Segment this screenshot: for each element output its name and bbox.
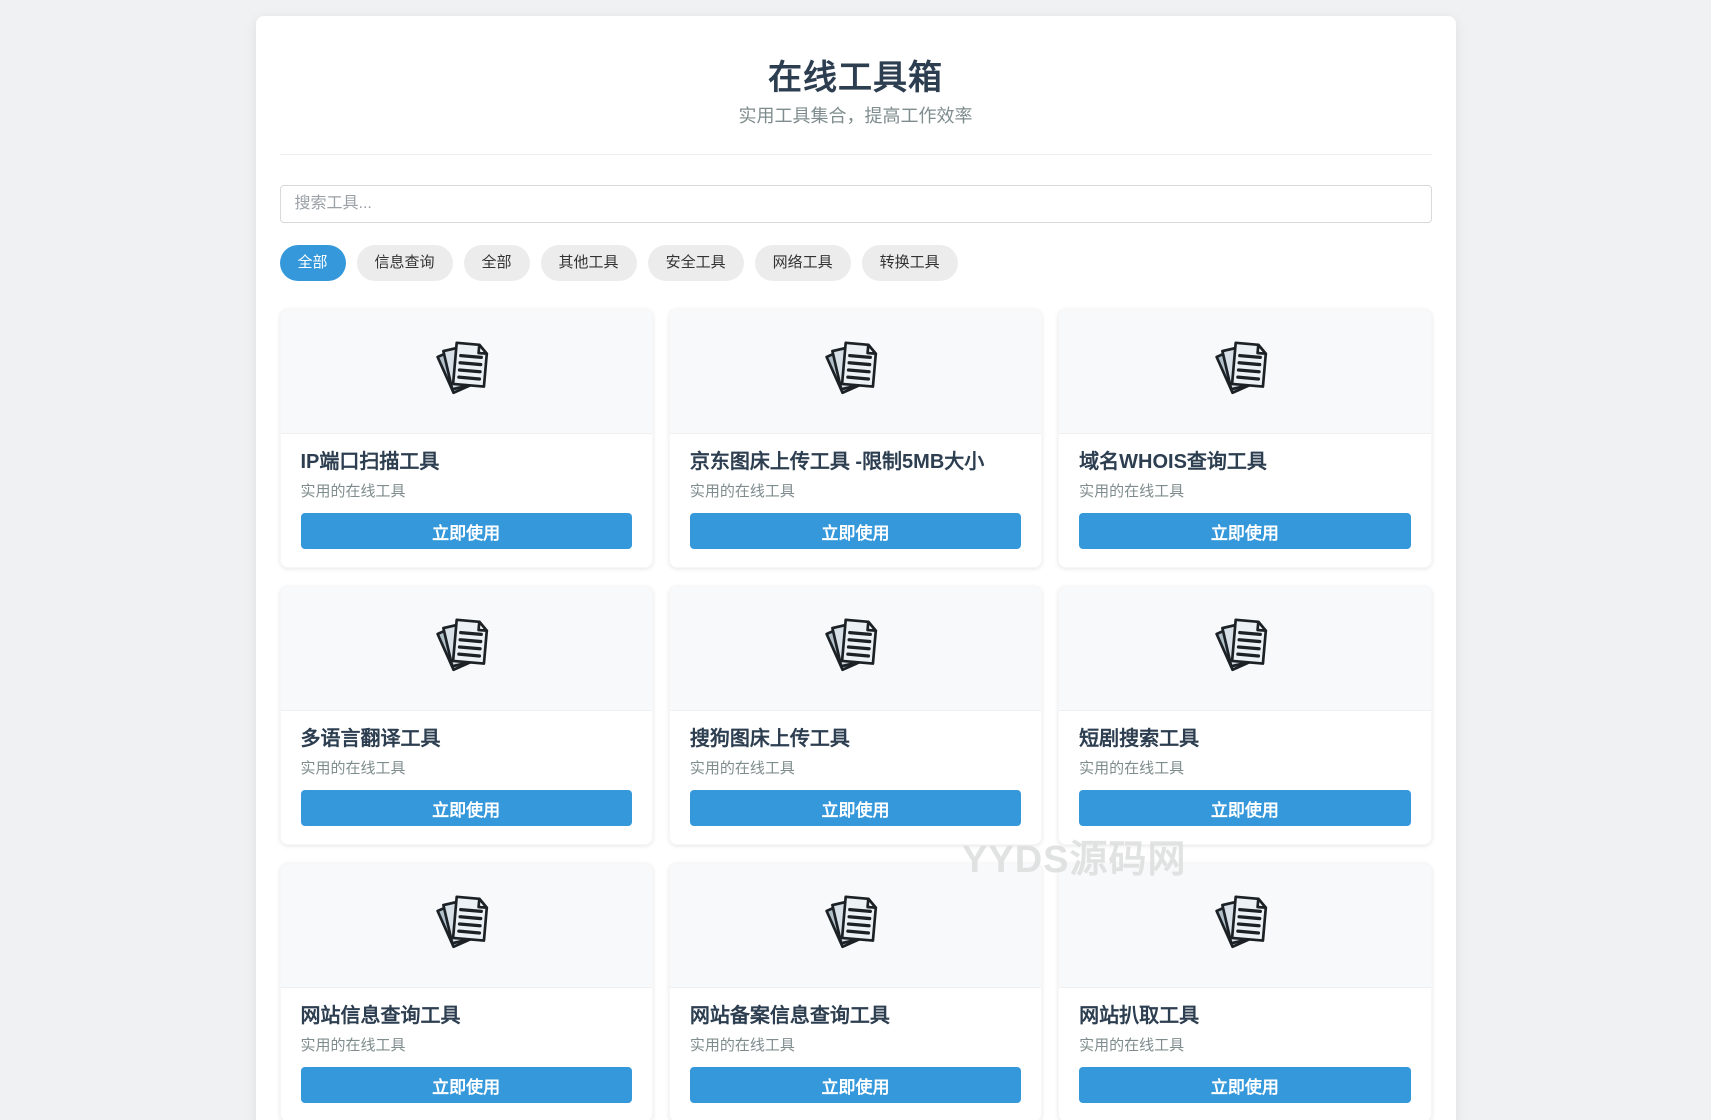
filter-tag[interactable]: 网络工具 [755, 245, 851, 281]
filter-tag[interactable]: 信息查询 [357, 245, 453, 281]
filter-tag[interactable]: 其他工具 [541, 245, 637, 281]
toolbox-panel: 在线工具箱 实用工具集合，提高工作效率 全部信息查询全部其他工具安全工具网络工具… [256, 16, 1456, 1120]
tool-description: 实用的在线工具 [301, 1036, 632, 1055]
use-now-button[interactable]: 立即使用 [1079, 1067, 1410, 1103]
use-now-button[interactable]: 立即使用 [301, 513, 632, 549]
documents-icon [822, 336, 888, 407]
card-icon-area [670, 310, 1041, 434]
tool-description: 实用的在线工具 [690, 1036, 1021, 1055]
card-icon-area [1059, 864, 1430, 988]
card-body: 搜狗图床上传工具 实用的在线工具 立即使用 [670, 711, 1041, 844]
use-now-button[interactable]: 立即使用 [1079, 513, 1410, 549]
tool-title: IP端口扫描工具 [301, 450, 632, 474]
tool-description: 实用的在线工具 [1079, 1036, 1410, 1055]
documents-icon [822, 890, 888, 961]
tool-card: 网站信息查询工具 实用的在线工具 立即使用 [280, 863, 653, 1120]
card-icon-area [281, 310, 652, 434]
card-body: 网站信息查询工具 实用的在线工具 立即使用 [281, 988, 652, 1120]
filter-bar: 全部信息查询全部其他工具安全工具网络工具转换工具 [280, 245, 1432, 281]
tool-title: 京东图床上传工具 -限制5MB大小 [690, 450, 1021, 474]
tool-card: IP端口扫描工具 实用的在线工具 立即使用 [280, 309, 653, 568]
card-icon-area [1059, 310, 1430, 434]
documents-icon [433, 890, 499, 961]
use-now-button[interactable]: 立即使用 [1079, 790, 1410, 826]
use-now-button[interactable]: 立即使用 [690, 1067, 1021, 1103]
page-title: 在线工具箱 [280, 58, 1432, 99]
tool-card: 网站扒取工具 实用的在线工具 立即使用 [1058, 863, 1431, 1120]
documents-icon [1212, 613, 1278, 684]
filter-tag[interactable]: 全部 [280, 245, 346, 281]
tool-title: 短剧搜索工具 [1079, 727, 1410, 751]
documents-icon [433, 613, 499, 684]
tool-card: 域名WHOIS查询工具 实用的在线工具 立即使用 [1058, 309, 1431, 568]
tool-description: 实用的在线工具 [301, 759, 632, 778]
tool-description: 实用的在线工具 [301, 482, 632, 501]
tool-title: 多语言翻译工具 [301, 727, 632, 751]
use-now-button[interactable]: 立即使用 [301, 1067, 632, 1103]
tool-description: 实用的在线工具 [690, 482, 1021, 501]
card-icon-area [670, 587, 1041, 711]
documents-icon [822, 613, 888, 684]
tool-description: 实用的在线工具 [1079, 482, 1410, 501]
card-body: 短剧搜索工具 实用的在线工具 立即使用 [1059, 711, 1430, 844]
tool-description: 实用的在线工具 [690, 759, 1021, 778]
documents-icon [1212, 336, 1278, 407]
card-body: IP端口扫描工具 实用的在线工具 立即使用 [281, 434, 652, 567]
use-now-button[interactable]: 立即使用 [690, 513, 1021, 549]
tool-card: 京东图床上传工具 -限制5MB大小 实用的在线工具 立即使用 [669, 309, 1042, 568]
card-icon-area [281, 587, 652, 711]
tool-card: 多语言翻译工具 实用的在线工具 立即使用 [280, 586, 653, 845]
tool-title: 网站扒取工具 [1079, 1004, 1410, 1028]
tool-grid: IP端口扫描工具 实用的在线工具 立即使用 [280, 309, 1432, 1120]
tool-title: 搜狗图床上传工具 [690, 727, 1021, 751]
card-icon-area [281, 864, 652, 988]
documents-icon [1212, 890, 1278, 961]
page-subtitle: 实用工具集合，提高工作效率 [280, 105, 1432, 128]
card-body: 网站备案信息查询工具 实用的在线工具 立即使用 [670, 988, 1041, 1120]
tool-title: 网站备案信息查询工具 [690, 1004, 1021, 1028]
filter-tag[interactable]: 转换工具 [862, 245, 958, 281]
use-now-button[interactable]: 立即使用 [690, 790, 1021, 826]
card-body: 域名WHOIS查询工具 实用的在线工具 立即使用 [1059, 434, 1430, 567]
filter-tag[interactable]: 安全工具 [648, 245, 744, 281]
card-icon-area [670, 864, 1041, 988]
search-input[interactable] [280, 185, 1432, 223]
card-body: 多语言翻译工具 实用的在线工具 立即使用 [281, 711, 652, 844]
tool-card: 网站备案信息查询工具 实用的在线工具 立即使用 [669, 863, 1042, 1120]
tool-description: 实用的在线工具 [1079, 759, 1410, 778]
use-now-button[interactable]: 立即使用 [301, 790, 632, 826]
card-body: 京东图床上传工具 -限制5MB大小 实用的在线工具 立即使用 [670, 434, 1041, 567]
header: 在线工具箱 实用工具集合，提高工作效率 [280, 58, 1432, 155]
tool-title: 网站信息查询工具 [301, 1004, 632, 1028]
filter-tag[interactable]: 全部 [464, 245, 530, 281]
tool-card: 搜狗图床上传工具 实用的在线工具 立即使用 [669, 586, 1042, 845]
tool-title: 域名WHOIS查询工具 [1079, 450, 1410, 474]
tool-card: 短剧搜索工具 实用的在线工具 立即使用 [1058, 586, 1431, 845]
documents-icon [433, 336, 499, 407]
card-icon-area [1059, 587, 1430, 711]
card-body: 网站扒取工具 实用的在线工具 立即使用 [1059, 988, 1430, 1120]
